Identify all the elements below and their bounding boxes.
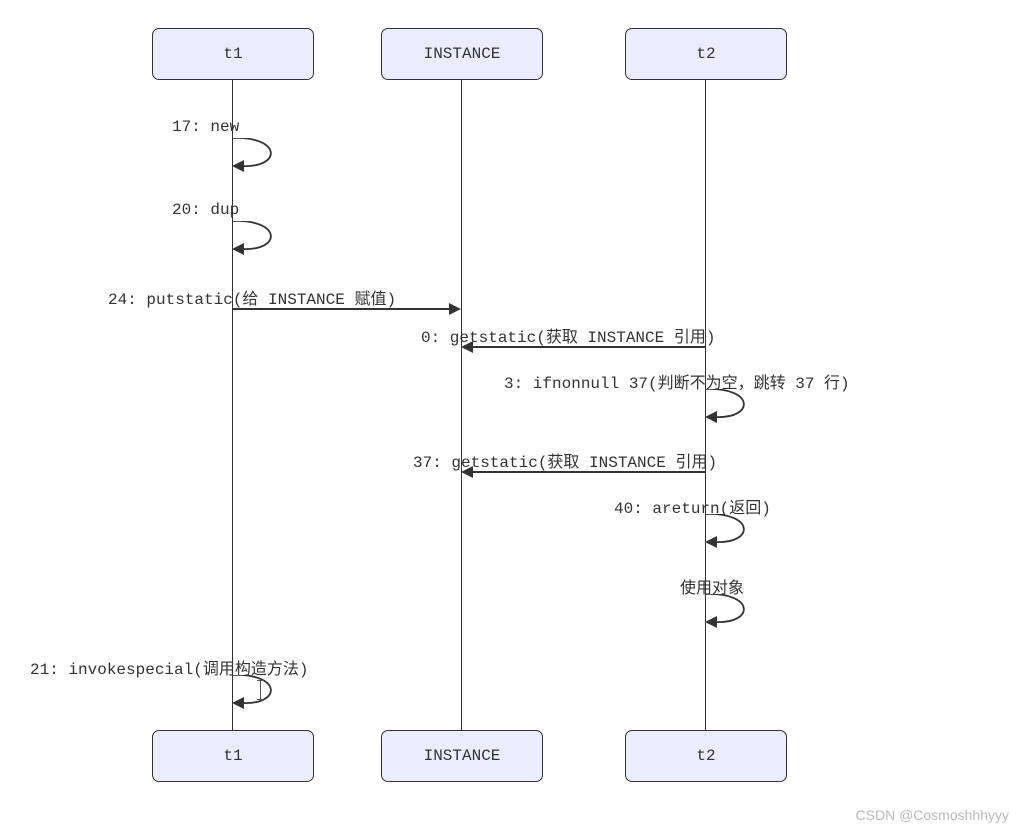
actor-label: t1 <box>223 747 242 765</box>
arrow-head-icon <box>461 466 473 478</box>
actor-label: t1 <box>223 45 242 63</box>
msg-37-getstatic: 37: getstatic(获取 INSTANCE 引用) <box>413 448 717 472</box>
lifeline-instance <box>461 78 462 730</box>
actor-t1-bottom: t1 <box>152 730 314 782</box>
self-loop-icon <box>232 138 282 178</box>
text-cursor-icon <box>256 681 266 699</box>
msg-24-putstatic: 24: putstatic(给 INSTANCE 赋值) <box>108 285 396 309</box>
arrow-head-icon <box>461 341 473 353</box>
watermark: CSDN @Cosmoshhhyyy <box>856 807 1009 823</box>
arrow-line <box>232 308 450 310</box>
self-loop-icon <box>232 221 282 261</box>
actor-t1-top: t1 <box>152 28 314 80</box>
actor-t2-top: t2 <box>625 28 787 80</box>
arrow-line <box>473 471 706 473</box>
self-loop-icon <box>705 389 755 429</box>
sequence-diagram: t1 INSTANCE t2 t1 INSTANCE t2 17: new 20… <box>0 0 1025 831</box>
self-loop-icon <box>705 594 755 634</box>
msg-20-dup: 20: dup <box>172 201 239 219</box>
actor-label: INSTANCE <box>424 45 501 63</box>
arrow-head-icon <box>449 303 461 315</box>
msg-3-ifnonnull: 3: ifnonnull 37(判断不为空，跳转 37 行) <box>504 369 850 393</box>
actor-label: INSTANCE <box>424 747 501 765</box>
msg-17-new: 17: new <box>172 118 239 136</box>
arrow-line <box>473 346 706 348</box>
actor-label: t2 <box>696 747 715 765</box>
actor-label: t2 <box>696 45 715 63</box>
actor-instance-top: INSTANCE <box>381 28 543 80</box>
actor-t2-bottom: t2 <box>625 730 787 782</box>
self-loop-icon <box>705 514 755 554</box>
actor-instance-bottom: INSTANCE <box>381 730 543 782</box>
